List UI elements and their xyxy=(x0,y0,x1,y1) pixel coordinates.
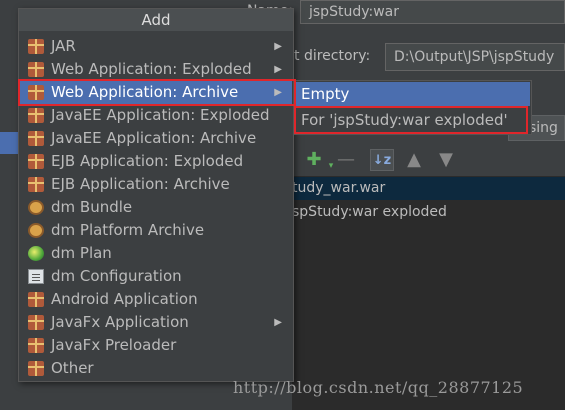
popup-title: Add xyxy=(19,9,293,31)
add-popup-menu: Add JAR ▶ Web Application: Exploded ▶ Web Ap… xyxy=(18,8,294,382)
package-icon xyxy=(28,292,44,307)
sort-icon[interactable]: ↓z xyxy=(370,149,394,171)
left-panel xyxy=(0,0,20,410)
menu-item-label: Web Application: Archive xyxy=(51,83,239,101)
menu-item-ejb-application-exploded[interactable]: EJB Application: Exploded xyxy=(20,150,292,173)
javaee-package-icon xyxy=(28,131,44,146)
web-package-icon xyxy=(28,85,44,100)
submenu-arrow-icon: ▶ xyxy=(274,87,282,98)
submenu-arrow-icon: ▶ xyxy=(274,64,282,75)
menu-item-dm-plan[interactable]: dm Plan xyxy=(20,242,292,265)
menu-item-web-application-archive[interactable]: Web Application: Archive ▶ xyxy=(20,81,292,104)
package-icon xyxy=(28,154,44,169)
menu-item-label: Android Application xyxy=(51,290,198,308)
menu-item-label: Web Application: Exploded xyxy=(51,60,252,78)
menu-item-label: JAR xyxy=(51,37,76,55)
menu-item-javaee-application-exploded[interactable]: JavaEE Application: Exploded xyxy=(20,104,292,127)
output-layout-tree: tudy_war.war spStudy:war exploded xyxy=(292,176,565,410)
submenu-item-for-exploded[interactable]: For 'jspStudy:war exploded' xyxy=(296,108,530,132)
menu-item-dm-bundle[interactable]: dm Bundle xyxy=(20,196,292,219)
menu-item-dm-configuration[interactable]: dm Configuration xyxy=(20,265,292,288)
package-icon xyxy=(28,315,44,330)
package-icon xyxy=(28,39,44,54)
menu-item-label: EJB Application: Exploded xyxy=(51,152,244,170)
menu-item-label: JavaEE Application: Archive xyxy=(51,129,257,147)
menu-item-label: dm Platform Archive xyxy=(51,221,205,239)
menu-item-javafx-preloader[interactable]: JavaFx Preloader xyxy=(20,334,292,357)
menu-item-other[interactable]: Other xyxy=(20,357,292,380)
menu-item-label: JavaEE Application: Exploded xyxy=(51,106,270,124)
menu-item-android-application[interactable]: Android Application xyxy=(20,288,292,311)
menu-item-label: dm Plan xyxy=(51,244,112,262)
javaee-package-icon xyxy=(28,108,44,123)
menu-item-label: dm Configuration xyxy=(51,267,182,285)
package-icon xyxy=(28,361,44,376)
submenu-arrow-icon: ▶ xyxy=(274,317,282,328)
dm-bundle-icon xyxy=(28,200,44,215)
package-icon xyxy=(28,177,44,192)
menu-item-jar[interactable]: JAR ▶ xyxy=(20,35,292,58)
dm-platform-icon xyxy=(28,223,44,238)
move-down-icon[interactable]: ▼ xyxy=(434,149,458,171)
menu-item-label: JavaFx Application xyxy=(51,313,189,331)
menu-item-web-application-exploded[interactable]: Web Application: Exploded ▶ xyxy=(20,58,292,81)
tree-item-exploded[interactable]: spStudy:war exploded xyxy=(292,201,565,224)
web-archive-submenu: Empty For 'jspStudy:war exploded' xyxy=(294,80,532,135)
name-field[interactable]: jspStudy:war xyxy=(300,0,565,24)
menu-item-label: Other xyxy=(51,359,94,377)
menu-item-label: EJB Application: Archive xyxy=(51,175,230,193)
tree-item-war-file[interactable]: tudy_war.war xyxy=(292,177,565,200)
submenu-item-empty[interactable]: Empty xyxy=(296,82,530,106)
move-up-icon[interactable]: ▲ xyxy=(402,149,426,171)
document-icon xyxy=(28,269,44,284)
menu-item-javaee-application-archive[interactable]: JavaEE Application: Archive xyxy=(20,127,292,150)
menu-item-label: JavaFx Preloader xyxy=(51,336,177,354)
dm-plan-icon xyxy=(28,246,44,261)
artifact-toolbar: ✚ ▾ — ↓z ▲ ▼ xyxy=(292,145,565,175)
remove-icon[interactable]: — xyxy=(334,149,358,171)
web-package-icon xyxy=(28,62,44,77)
submenu-arrow-icon: ▶ xyxy=(274,41,282,52)
menu-item-javafx-application[interactable]: JavaFx Application ▶ xyxy=(20,311,292,334)
menu-item-label: dm Bundle xyxy=(51,198,133,216)
package-icon xyxy=(28,338,44,353)
output-directory-label: t directory: xyxy=(294,48,371,64)
menu-item-ejb-application-archive[interactable]: EJB Application: Archive xyxy=(20,173,292,196)
left-panel-selected-row[interactable] xyxy=(0,132,20,154)
menu-item-dm-platform-archive[interactable]: dm Platform Archive xyxy=(20,219,292,242)
watermark: http://blog.csdn.net/qq_28877125 xyxy=(233,378,524,397)
output-directory-field[interactable]: D:\Output\JSP\jspStudy xyxy=(385,43,565,71)
